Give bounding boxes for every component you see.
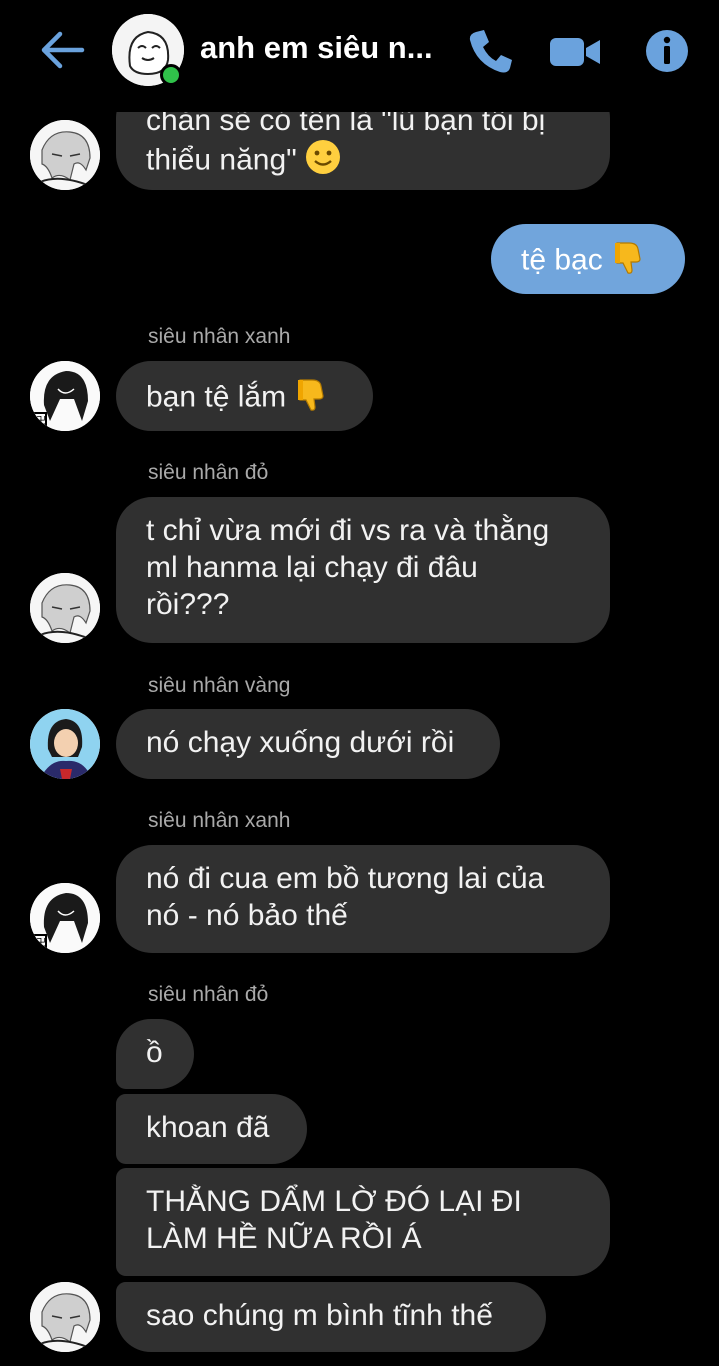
- info-icon: [646, 30, 688, 72]
- message-text: khoan đã: [146, 1111, 270, 1144]
- sender-name: siêu nhân xanh: [148, 325, 291, 348]
- conversation-header: anh em siêu n...: [0, 0, 719, 112]
- info-button[interactable]: [644, 26, 694, 76]
- message-bubble[interactable]: ồ: [116, 1019, 194, 1089]
- avatar[interactable]: 卍: [30, 883, 100, 953]
- video-call-button[interactable]: [548, 26, 600, 76]
- message-text: t chỉ vừa mới đi vs ra và thằng: [146, 514, 550, 547]
- message-text: nó đi cua em bồ tương lai của: [146, 862, 545, 895]
- message-text: tệ bạc: [521, 243, 603, 277]
- message-list[interactable]: chắn sẽ có tên là "lũ bạn tôi bị thiểu n…: [0, 0, 719, 1366]
- phone-icon: [469, 30, 512, 73]
- sender-name: siêu nhân đỏ: [148, 461, 269, 484]
- message-bubble[interactable]: bạn tệ lắm: [116, 361, 373, 431]
- sender-name: siêu nhân vàng: [148, 674, 291, 697]
- message-text: nó - nó bảo thế: [146, 899, 348, 932]
- call-button[interactable]: [466, 26, 516, 76]
- message-bubble[interactable]: nó chạy xuống dưới rồi: [116, 709, 500, 779]
- message-bubble[interactable]: nó đi cua em bồ tương lai của nó - nó bả…: [116, 845, 610, 953]
- message-bubble[interactable]: sao chúng m bình tĩnh thế: [116, 1282, 546, 1352]
- message-text: sao chúng m bình tĩnh thế: [146, 1299, 493, 1332]
- message-text: ồ: [146, 1036, 163, 1069]
- message-text: nó chạy xuống dưới rồi: [146, 726, 455, 759]
- message-bubble-outgoing[interactable]: tệ bạc: [491, 224, 685, 294]
- online-status-indicator: [160, 64, 182, 86]
- arrow-left-icon: [41, 31, 85, 69]
- svg-text:卍: 卍: [36, 415, 46, 427]
- svg-text:卍: 卍: [36, 937, 46, 949]
- message-bubble[interactable]: khoan đã: [116, 1094, 307, 1164]
- message-text: LÀM HỀ NỮA RỒI Á: [146, 1222, 422, 1255]
- avatar[interactable]: [30, 1282, 100, 1352]
- avatar[interactable]: [30, 120, 100, 190]
- message-text: thiểu năng": [146, 139, 580, 184]
- back-button[interactable]: [38, 28, 86, 72]
- message-bubble[interactable]: t chỉ vừa mới đi vs ra và thằng ml hanma…: [116, 497, 610, 643]
- avatar[interactable]: [30, 709, 100, 779]
- slightly-smiling-face-icon: [305, 139, 341, 184]
- video-camera-icon: [550, 38, 600, 66]
- message-text: rồi???: [146, 588, 230, 621]
- message-text: bạn tệ lắm: [146, 380, 287, 414]
- message-text: ml hanma lại chạy đi đâu: [146, 551, 478, 584]
- message-text: THẰNG DẨM LỜ ĐÓ LẠI ĐI: [146, 1185, 522, 1218]
- sender-name: siêu nhân xanh: [148, 809, 291, 832]
- conversation-title[interactable]: anh em siêu n...: [200, 30, 433, 66]
- avatar[interactable]: [30, 573, 100, 643]
- avatar[interactable]: 卍: [30, 361, 100, 431]
- message-bubble[interactable]: THẰNG DẨM LỜ ĐÓ LẠI ĐI LÀM HỀ NỮA RỒI Á: [116, 1168, 610, 1276]
- thumbs-down-icon: [611, 239, 647, 284]
- sender-name: siêu nhân đỏ: [148, 983, 269, 1006]
- thumbs-down-icon: [294, 376, 330, 421]
